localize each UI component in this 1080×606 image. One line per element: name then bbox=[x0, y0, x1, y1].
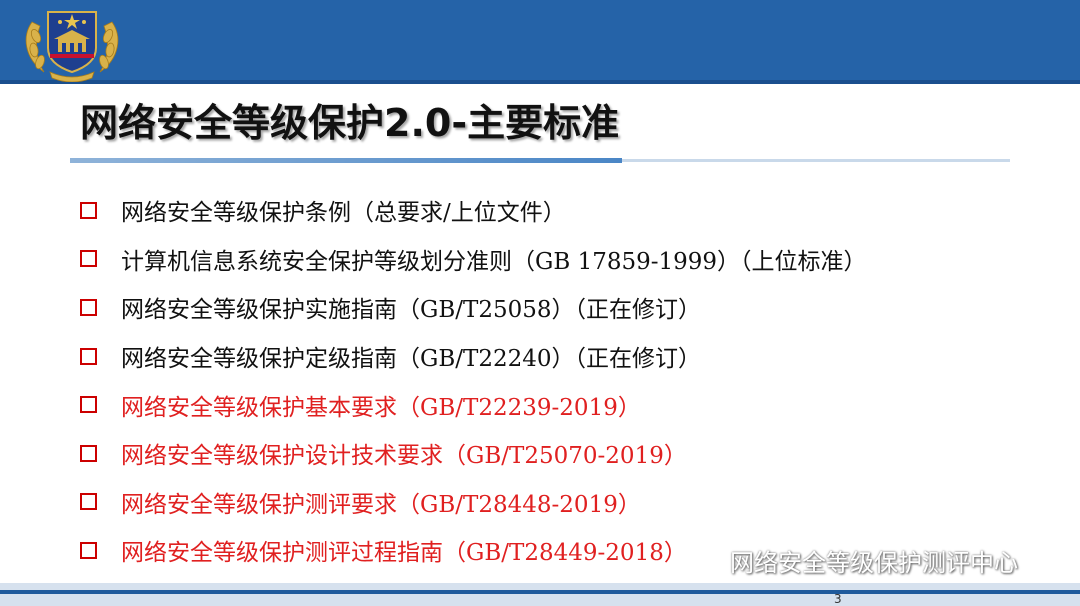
list-item-text: 网络安全等级保护实施指南（GB/T25058）（正在修订） bbox=[121, 297, 702, 324]
list-item-text: 网络安全等级保护测评过程指南（GB/T28449-2018） bbox=[121, 540, 687, 567]
standards-list: 网络安全等级保护条例（总要求/上位文件） 计算机信息系统安全保护等级划分准则（G… bbox=[80, 186, 867, 575]
hollow-square-bullet-icon bbox=[80, 444, 97, 462]
list-item-text: 网络安全等级保护测评要求（GB/T28448-2019） bbox=[121, 491, 641, 518]
hollow-square-bullet-icon bbox=[80, 347, 97, 365]
page-number: 3 bbox=[834, 592, 842, 606]
hollow-square-bullet-icon bbox=[80, 298, 97, 316]
hollow-square-bullet-icon bbox=[80, 201, 97, 219]
wechat-icon bbox=[695, 548, 725, 571]
hollow-square-bullet-icon bbox=[80, 541, 97, 559]
list-item: 网络安全等级保护设计技术要求（GB/T25070-2019） bbox=[80, 429, 867, 478]
list-item: 网络安全等级保护定级指南（GB/T22240）（正在修订） bbox=[80, 332, 867, 381]
page-title: 网络安全等级保护2.0-主要标准 bbox=[80, 101, 620, 145]
list-item: 网络安全等级保护实施指南（GB/T25058）（正在修订） bbox=[80, 283, 867, 332]
header-bar bbox=[0, 0, 1080, 80]
list-item: 网络安全等级保护测评要求（GB/T28448-2019） bbox=[80, 478, 867, 527]
hollow-square-bullet-icon bbox=[80, 250, 97, 268]
list-item-text: 网络安全等级保护基本要求（GB/T22239-2019） bbox=[121, 394, 641, 421]
list-item-text: 网络安全等级保护条例（总要求/上位文件） bbox=[121, 200, 566, 227]
list-item: 网络安全等级保护基本要求（GB/T22239-2019） bbox=[80, 380, 867, 429]
list-item-text: 计算机信息系统安全保护等级划分准则（GB 17859-1999）（上位标准） bbox=[121, 248, 867, 275]
hollow-square-bullet-icon bbox=[80, 396, 97, 414]
list-item-text: 网络安全等级保护定级指南（GB/T22240）（正在修订） bbox=[121, 346, 702, 373]
footer-line bbox=[0, 590, 1080, 594]
list-item: 计算机信息系统安全保护等级划分准则（GB 17859-1999）（上位标准） bbox=[80, 235, 867, 284]
hollow-square-bullet-icon bbox=[80, 493, 97, 511]
watermark: 网络安全等级保护测评中心 bbox=[694, 540, 1018, 580]
footer-bar bbox=[0, 583, 1080, 606]
police-emblem-icon bbox=[25, 11, 119, 82]
header-bar-underline bbox=[0, 80, 1080, 84]
title-divider bbox=[70, 158, 1010, 164]
list-item-text: 网络安全等级保护设计技术要求（GB/T25070-2019） bbox=[121, 443, 687, 470]
list-item: 网络安全等级保护条例（总要求/上位文件） bbox=[80, 186, 867, 235]
watermark-text: 网络安全等级保护测评中心 bbox=[730, 548, 1018, 577]
